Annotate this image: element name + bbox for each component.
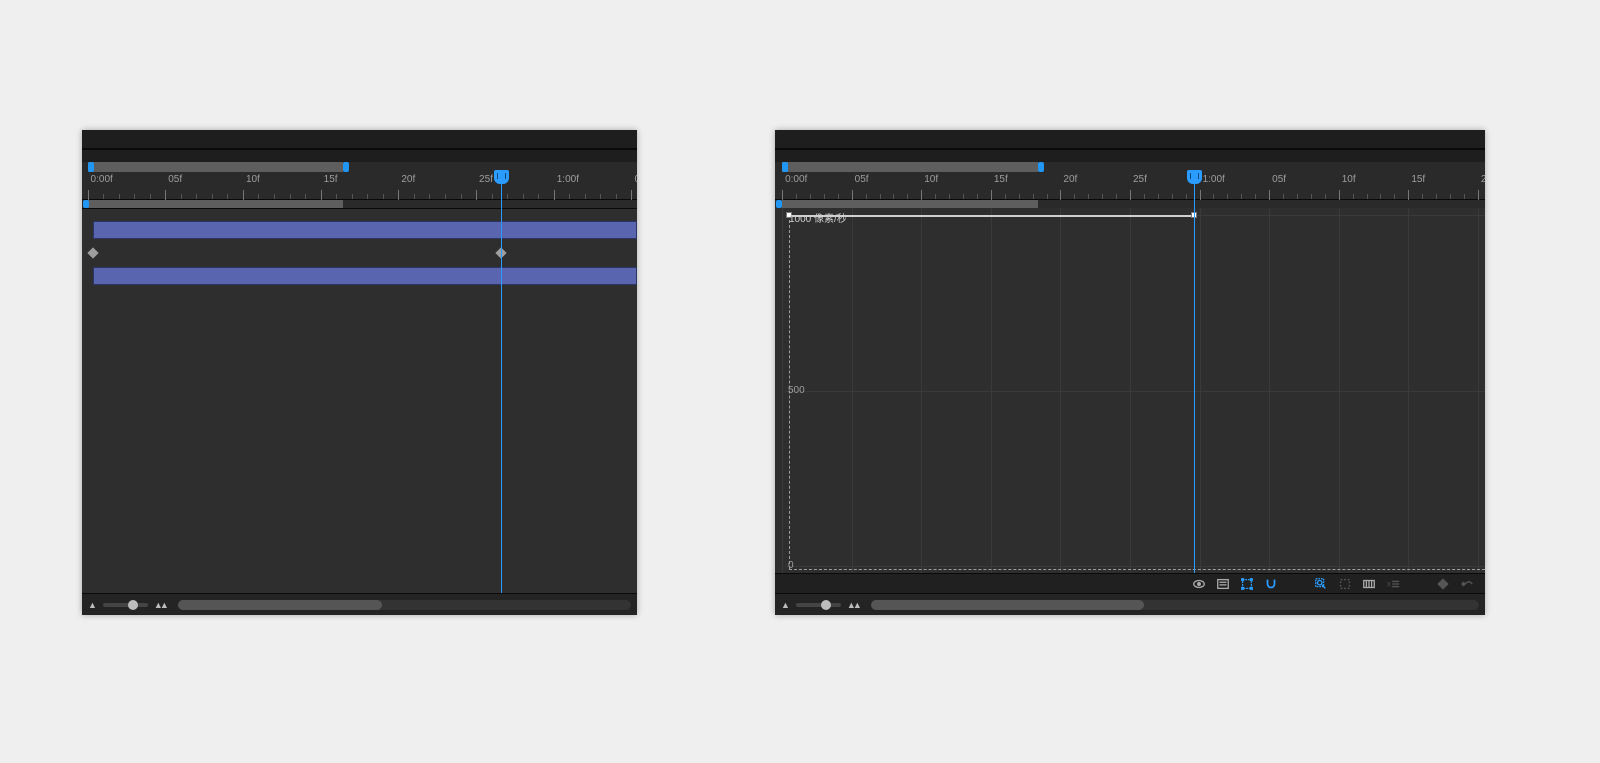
horizontal-scrollbar[interactable] bbox=[871, 600, 1479, 610]
ruler-tick-label: 2 bbox=[1481, 174, 1485, 185]
ruler-tick-label: 05f bbox=[1272, 174, 1286, 185]
work-area-start-handle[interactable] bbox=[782, 162, 788, 172]
zoom-slider-knob[interactable] bbox=[128, 600, 138, 610]
ruler-tick-label: 10f bbox=[246, 174, 260, 185]
ruler-tick-label: 1:00f bbox=[1203, 174, 1225, 185]
time-ruler[interactable]: 0:00f 05f 10f 15f 20f 25f 1:00f 05f bbox=[82, 172, 637, 200]
edit-keyframe-icon[interactable] bbox=[1435, 576, 1451, 592]
graph-axis-dashed-vertical bbox=[789, 215, 790, 569]
panel-divider bbox=[82, 148, 637, 150]
ruler-tick-label: 10f bbox=[924, 174, 938, 185]
timeline-panel: 0:00f 05f 10f 15f 20f 25f 1:00f 05f ▲ ▲▲ bbox=[82, 130, 637, 615]
graph-editor-panel: 0:00f 05f 10f 15f 20f 25f 1:00f 05f 10f 15f 2 1000… bbox=[775, 130, 1485, 615]
work-area-start-handle[interactable] bbox=[88, 162, 94, 172]
zoom-out-icon[interactable]: ▲ bbox=[781, 600, 790, 610]
work-area-bar[interactable] bbox=[775, 162, 1485, 172]
ruler-tick-label: 05f bbox=[168, 174, 182, 185]
graph-axis-dashed-horizontal bbox=[789, 569, 1485, 570]
ruler-tick-label: 20f bbox=[401, 174, 415, 185]
cache-start-handle[interactable] bbox=[776, 200, 782, 208]
horizontal-scrollbar[interactable] bbox=[178, 600, 631, 610]
graph-value-line[interactable] bbox=[789, 215, 1194, 217]
work-area-end-handle[interactable] bbox=[343, 162, 349, 172]
zoom-slider-knob[interactable] bbox=[821, 600, 831, 610]
graph-value-label: 1000 像素/秒 bbox=[789, 210, 847, 225]
zoom-in-icon[interactable]: ▲▲ bbox=[847, 600, 859, 610]
graph-gridline-horizontal bbox=[785, 566, 1485, 567]
keyframe-diamond[interactable] bbox=[87, 247, 98, 258]
ruler-tick-label: 1:00f bbox=[557, 174, 579, 185]
layer-bar[interactable] bbox=[93, 267, 637, 285]
cti-head[interactable] bbox=[1187, 170, 1202, 184]
graph-editor-toolbar: X bbox=[775, 573, 1485, 593]
zoom-out-icon[interactable]: ▲ bbox=[88, 600, 97, 610]
ruler-tick-label: 20f bbox=[1063, 174, 1077, 185]
cached-frames-bar bbox=[775, 200, 1485, 208]
choose-props-icon[interactable] bbox=[1215, 576, 1231, 592]
time-ruler[interactable]: 0:00f 05f 10f 15f 20f 25f 1:00f 05f 10f 15f 2 bbox=[775, 172, 1485, 200]
scrollbar-thumb[interactable] bbox=[871, 600, 1145, 610]
layer-bar[interactable] bbox=[93, 221, 637, 239]
auto-zoom-icon[interactable] bbox=[1313, 576, 1329, 592]
graph-gridline-horizontal bbox=[785, 391, 1485, 392]
fit-all-icon[interactable] bbox=[1361, 576, 1377, 592]
timeline-bottom-bar: ▲ ▲▲ bbox=[775, 593, 1485, 615]
separate-dims-icon[interactable]: X bbox=[1385, 576, 1401, 592]
work-area-active-region[interactable] bbox=[88, 162, 343, 172]
snap-icon[interactable] bbox=[1263, 576, 1279, 592]
cache-region bbox=[782, 200, 1038, 208]
cached-frames-bar bbox=[82, 200, 637, 208]
graph-gridline-vertical bbox=[782, 208, 783, 573]
zoom-slider[interactable] bbox=[796, 603, 841, 607]
cache-region bbox=[88, 200, 343, 208]
current-time-indicator[interactable] bbox=[1194, 172, 1195, 573]
ruler-tick-label: 0:00f bbox=[785, 174, 807, 185]
work-area-end-handle[interactable] bbox=[1038, 162, 1044, 172]
graph-y-axis-label: 500 bbox=[788, 385, 805, 396]
panel-divider bbox=[775, 148, 1485, 150]
current-time-indicator[interactable] bbox=[501, 172, 502, 593]
work-area-bar[interactable] bbox=[82, 162, 637, 172]
ruler-tick-label: 05f bbox=[855, 174, 869, 185]
fit-selection-icon[interactable] bbox=[1337, 576, 1353, 592]
ruler-tick-label: 25f bbox=[1133, 174, 1147, 185]
cti-head[interactable] bbox=[494, 170, 509, 184]
keyframe-interp-icon[interactable] bbox=[1459, 576, 1475, 592]
zoom-in-icon[interactable]: ▲▲ bbox=[154, 600, 166, 610]
ruler-tick-label: 05f bbox=[634, 174, 637, 185]
ruler-tick-label: 0:00f bbox=[91, 174, 113, 185]
eye-icon[interactable] bbox=[1191, 576, 1207, 592]
scrollbar-thumb[interactable] bbox=[178, 600, 382, 610]
ruler-tick-label: 10f bbox=[1342, 174, 1356, 185]
zoom-slider[interactable] bbox=[103, 603, 148, 607]
svg-text:X: X bbox=[1387, 581, 1391, 588]
timeline-bottom-bar: ▲ ▲▲ bbox=[82, 593, 637, 615]
work-area-active-region[interactable] bbox=[782, 162, 1038, 172]
keyframe-row bbox=[82, 243, 637, 263]
graph-editor-area[interactable]: 1000 像素/秒 5000 bbox=[775, 208, 1485, 573]
ruler-tick-label: 15f bbox=[1411, 174, 1425, 185]
ruler-tick-label: 15f bbox=[994, 174, 1008, 185]
ruler-tick-label: 25f bbox=[479, 174, 493, 185]
ruler-tick-label: 15f bbox=[324, 174, 338, 185]
timeline-track-area[interactable] bbox=[82, 208, 637, 593]
cache-start-handle[interactable] bbox=[83, 200, 89, 208]
transform-box-icon[interactable] bbox=[1239, 576, 1255, 592]
